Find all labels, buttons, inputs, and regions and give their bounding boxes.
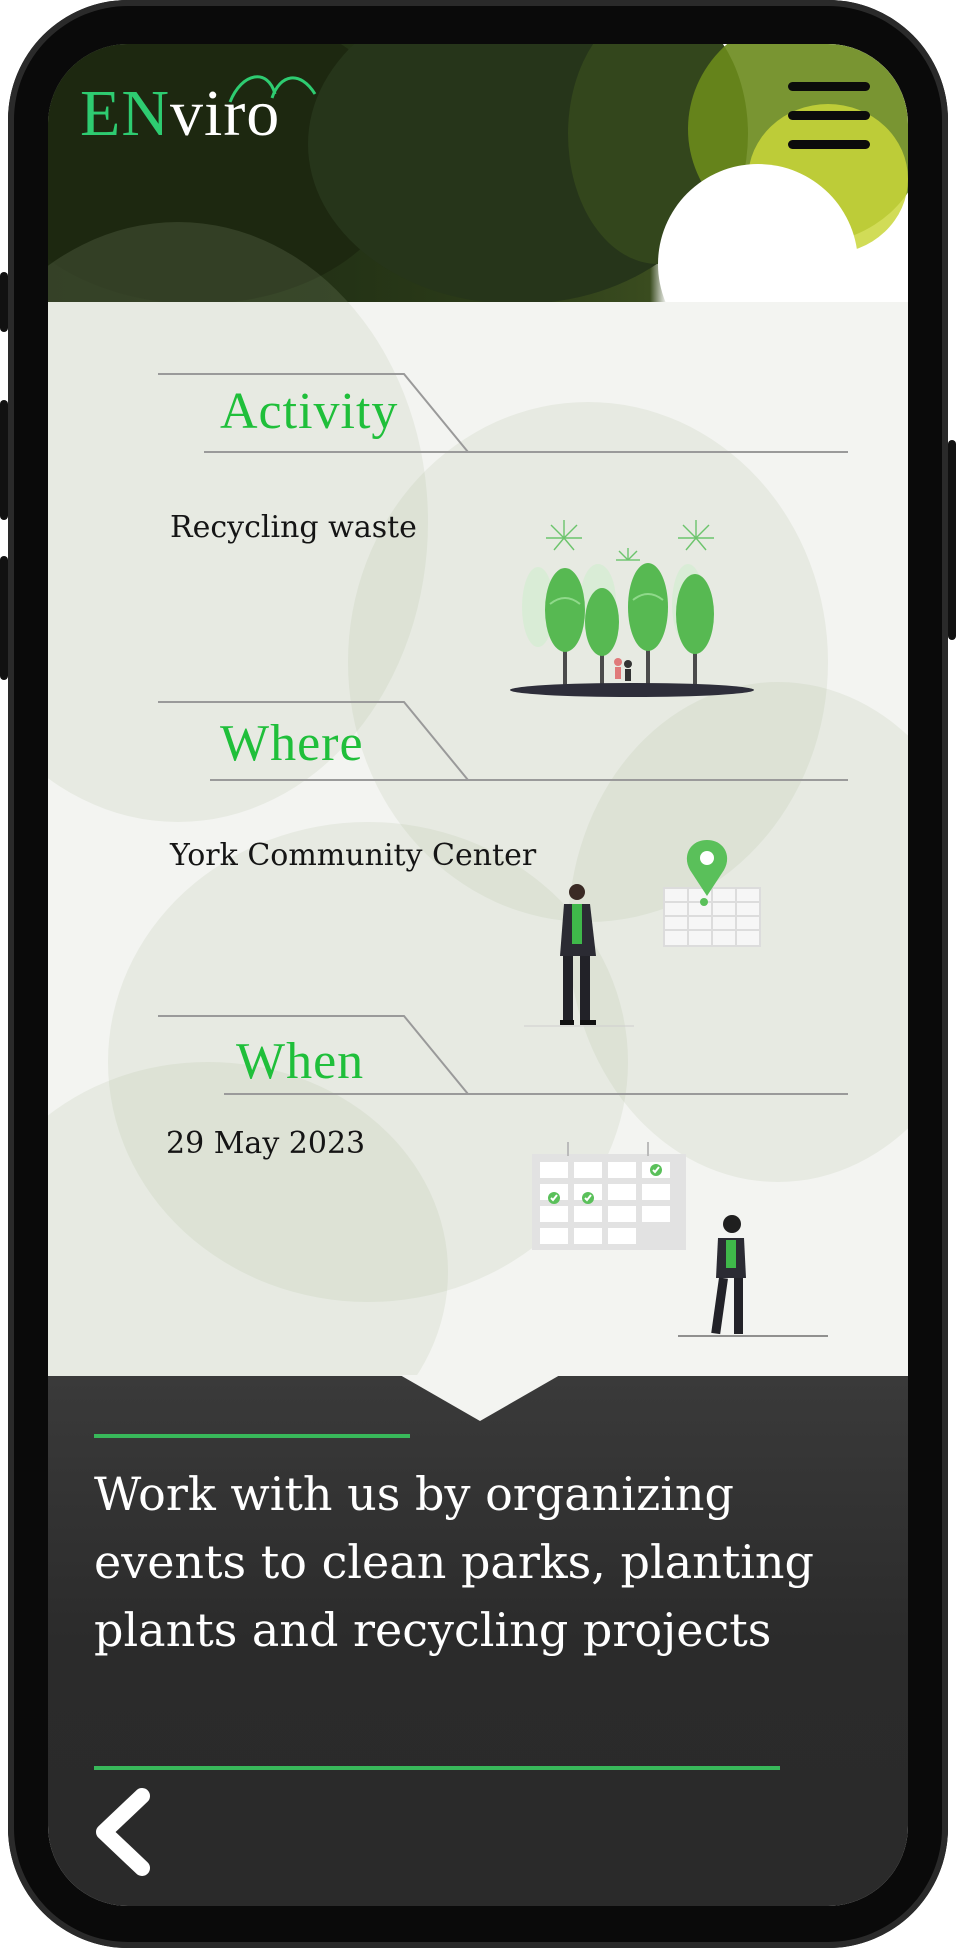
- enviro-logo[interactable]: ENviro: [80, 75, 317, 152]
- event-details-panel: Activity Recycling waste Where York Comm…: [48, 222, 908, 1482]
- chevron-left-icon[interactable]: [88, 1784, 158, 1880]
- when-value: 29 May 2023: [166, 1126, 366, 1161]
- activity-heading: Activity: [220, 383, 399, 440]
- footer-bottom-divider: [94, 1766, 780, 1770]
- phone-power-button: [948, 440, 956, 640]
- phone-volume-up-button: [0, 400, 8, 520]
- footer-notch: [400, 1375, 560, 1421]
- logo-en-text: EN: [80, 77, 170, 150]
- leaf-icon: [228, 75, 317, 103]
- where-value: York Community Center: [170, 838, 537, 873]
- app-screen: ENviro Activity Recycling waste Where Yo…: [48, 44, 908, 1906]
- trees-park-illustration: [510, 520, 754, 697]
- phone-volume-down-button: [0, 556, 8, 680]
- where-heading: Where: [220, 715, 364, 772]
- when-heading: When: [236, 1033, 365, 1090]
- phone-side-button: [0, 272, 8, 332]
- calendar-person-illustration: [532, 1142, 828, 1337]
- footer-top-divider: [94, 1434, 410, 1438]
- footer-tagline: Work with us by organizing events to cle…: [94, 1467, 815, 1657]
- activity-value: Recycling waste: [170, 510, 417, 545]
- hamburger-menu-icon[interactable]: [788, 82, 870, 162]
